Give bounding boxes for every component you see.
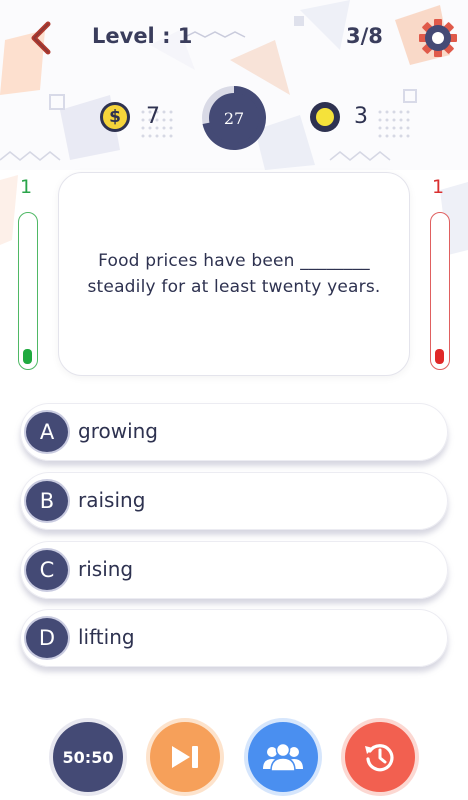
top-bar: Level : 1 3/8 xyxy=(0,14,468,62)
answer-text: growing xyxy=(78,419,158,443)
answer-text: raising xyxy=(78,488,146,512)
time-restore-button[interactable] xyxy=(345,722,415,792)
question-progress: 3/8 xyxy=(346,24,383,48)
question-line-2: steadily for at least twenty years. xyxy=(87,277,381,297)
gear-icon xyxy=(419,19,457,57)
answer-letter-badge: D xyxy=(24,616,70,660)
audience-button[interactable] xyxy=(248,722,318,792)
settings-button[interactable] xyxy=(418,18,458,58)
right-meter-fill xyxy=(435,349,444,364)
left-meter-fill xyxy=(23,349,32,364)
dollar-symbol: $ xyxy=(109,107,121,127)
countdown-timer: 27 xyxy=(200,84,268,152)
answer-letter-badge: C xyxy=(24,548,70,592)
coin-count: 3 xyxy=(354,104,368,129)
answer-text: rising xyxy=(78,557,134,581)
timer-value: 27 xyxy=(223,108,245,128)
left-score-meter xyxy=(18,212,38,370)
stats-row: $ 7 27 3 xyxy=(0,84,468,154)
fifty-fifty-label: 50:50 xyxy=(62,747,114,767)
right-score: 1 xyxy=(432,176,445,198)
skip-forward-icon xyxy=(172,746,198,768)
time-restore-icon xyxy=(365,744,394,772)
answer-letter-badge: A xyxy=(24,410,70,454)
answer-option-c[interactable]: C rising xyxy=(20,541,448,599)
question-text: Food prices have been ________ steadily … xyxy=(87,248,380,300)
answer-option-d[interactable]: D lifting xyxy=(20,609,448,667)
left-score: 1 xyxy=(20,176,33,198)
answer-option-b[interactable]: B raising xyxy=(20,472,448,530)
audience-icon xyxy=(263,742,303,772)
back-button[interactable] xyxy=(26,20,58,56)
fifty-fifty-button[interactable]: 50:50 xyxy=(53,722,123,792)
answer-option-a[interactable]: A growing xyxy=(20,403,448,461)
right-score-meter xyxy=(430,212,450,370)
chevron-left-icon xyxy=(31,21,51,55)
question-card: Food prices have been ________ steadily … xyxy=(58,172,410,376)
skip-question-button[interactable] xyxy=(150,722,220,792)
level-label: Level : 1 xyxy=(92,24,193,48)
answer-letter-badge: B xyxy=(24,479,70,523)
question-line-1: Food prices have been ________ xyxy=(98,251,370,271)
lifeline-bar: 50:50 xyxy=(0,722,468,796)
dollar-count: 7 xyxy=(146,104,160,129)
dollar-coin-icon: $ xyxy=(100,102,130,132)
gold-coin-icon xyxy=(310,102,340,132)
answer-text: lifting xyxy=(78,625,135,649)
